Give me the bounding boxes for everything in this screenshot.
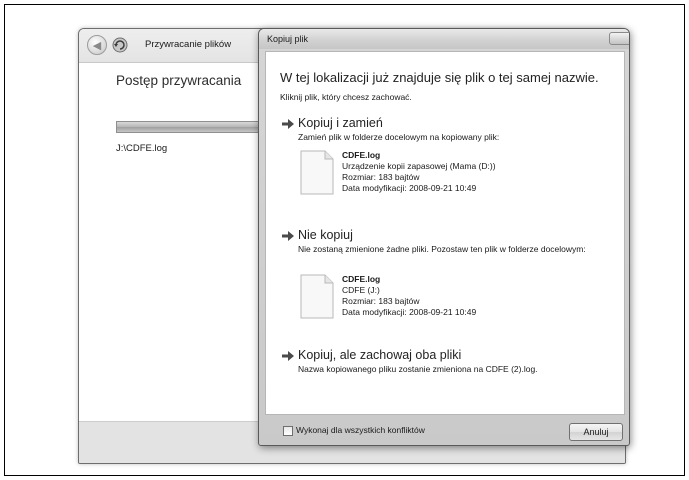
option-copy-and-replace[interactable]: Kopiuj i zamień Zamień plik w folderze d…	[280, 116, 616, 226]
option-title: Kopiuj i zamień	[298, 116, 383, 130]
file-name: CDFE.log	[342, 150, 381, 160]
file-details: CDFE.log CDFE (J:) Rozmiar: 183 bajtów D…	[342, 274, 476, 318]
option-title: Nie kopiuj	[298, 228, 353, 242]
file-details: CDFE.log Urządzenie kopii zapasowej (Mam…	[342, 150, 496, 194]
dialog-footer: Wykonaj dla wszystkich konfliktów Anuluj	[259, 415, 629, 445]
back-arrow-icon[interactable]: ◀	[87, 35, 107, 55]
restore-progress-fill	[117, 122, 276, 132]
document-icon	[300, 274, 334, 319]
option-description: Nie zostaną zmienione żadne pliki. Pozos…	[298, 244, 586, 254]
file-modified: Data modyfikacji: 2008-09-21 10:49	[342, 307, 477, 317]
restore-files-icon	[112, 37, 128, 53]
close-button[interactable]	[609, 32, 629, 45]
green-arrow-icon	[282, 351, 294, 361]
file-name: CDFE.log	[342, 274, 381, 284]
file-location: Urządzenie kopii zapasowej (Mama (D:))	[342, 161, 496, 171]
green-arrow-icon	[282, 119, 294, 129]
option-title: Kopiuj, ale zachowaj oba pliki	[298, 348, 462, 362]
cancel-button[interactable]: Anuluj	[569, 423, 623, 441]
option-description: Zamień plik w folderze docelowym na kopi…	[298, 132, 500, 142]
dialog-titlebar: Kopiuj plik	[259, 29, 629, 49]
dialog-body: W tej lokalizacji już znajduje się plik …	[265, 51, 625, 415]
option-description: Nazwa kopiowanego pliku zostanie zmienio…	[298, 364, 538, 374]
dialog-title: Kopiuj plik	[267, 34, 309, 44]
restore-progress-bar	[116, 121, 276, 133]
conflict-subheading: Kliknij plik, który chcesz zachować.	[280, 92, 412, 102]
copy-file-dialog: Kopiuj plik W tej lokalizacji już znajdu…	[258, 28, 630, 446]
file-size: Rozmiar: 183 bajtów	[342, 296, 420, 306]
green-arrow-icon	[282, 231, 294, 241]
option-copy-keep-both[interactable]: Kopiuj, ale zachowaj oba pliki Nazwa kop…	[280, 348, 616, 384]
file-modified: Data modyfikacji: 2008-09-21 10:49	[342, 183, 477, 193]
document-icon	[300, 150, 334, 195]
conflict-heading: W tej lokalizacji już znajduje się plik …	[280, 70, 599, 85]
current-file-path: J:\CDFE.log	[116, 143, 168, 154]
option-do-not-copy[interactable]: Nie kopiuj Nie zostaną zmienione żadne p…	[280, 228, 616, 342]
apply-to-all-checkbox[interactable]	[283, 426, 293, 436]
file-size: Rozmiar: 183 bajtów	[342, 172, 420, 182]
restore-window-title: Przywracanie plików	[145, 39, 232, 50]
file-location: CDFE (J:)	[342, 285, 380, 295]
apply-to-all-label[interactable]: Wykonaj dla wszystkich konfliktów	[296, 425, 425, 435]
progress-heading: Postęp przywracania	[116, 73, 242, 88]
